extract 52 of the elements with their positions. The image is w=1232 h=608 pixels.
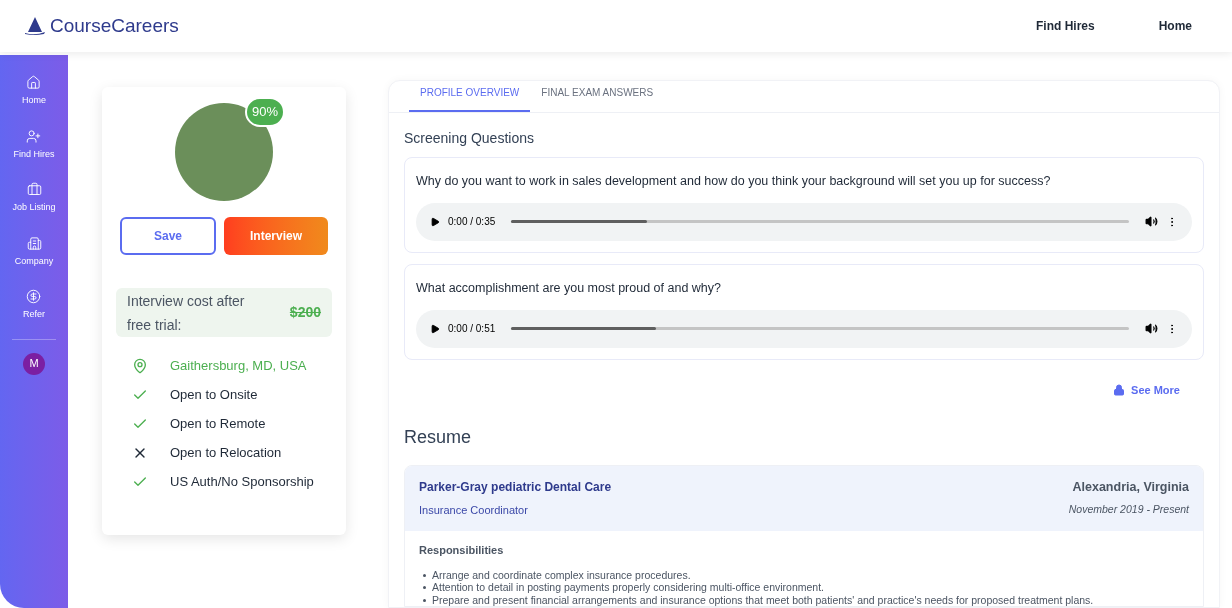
tab[interactable]: PROFILE OVERVIEW	[409, 85, 531, 112]
audio-player[interactable]: 0:00 / 0:51	[416, 309, 1192, 348]
match-badge: 90%	[244, 97, 285, 127]
nav-link[interactable]: Find Hires	[1035, 17, 1095, 35]
question-text: What accomplishment are you most proud of and why?	[416, 279, 722, 297]
save-button[interactable]: Save	[120, 217, 216, 255]
sailboat-logo-icon	[24, 17, 46, 35]
fact-text: US Auth/No Sponsorship	[170, 473, 314, 492]
play-icon[interactable]	[430, 216, 440, 227]
brand-name: CourseCareers	[50, 13, 179, 38]
people-plus-icon	[26, 128, 42, 144]
bullet-text: Prepare and present financial arrangements and insurance options that meet both patients' and practice's needs for proposed treatment plans.	[432, 593, 1094, 606]
sidebar-item[interactable]: Company	[14, 235, 54, 268]
audio-progress-track[interactable]	[511, 220, 1129, 224]
lock-icon	[1113, 383, 1126, 396]
sidebar-item[interactable]: Job Listing	[12, 182, 56, 215]
section-heading: Screening Questions	[404, 129, 535, 148]
audio-time: 0:00 / 0:51	[448, 322, 496, 336]
briefcase-icon	[26, 182, 42, 197]
dollar-circle-icon	[26, 289, 42, 304]
section-heading: Resume	[404, 426, 473, 449]
fact-text: Open to Onsite	[170, 386, 258, 405]
job-location: Alexandria, Virginia	[1072, 479, 1189, 496]
job-role: Insurance Coordinator	[419, 503, 529, 518]
question-text: Why do you want to work in sales development and how do you think your background will set you up for success?	[416, 173, 1052, 190]
fact-text: Gaithersburg, MD, USA	[170, 357, 307, 376]
audio-progress-track[interactable]	[511, 327, 1129, 330]
interview-button[interactable]: Interview	[224, 217, 328, 255]
fact-text: Open to Relocation	[170, 444, 282, 463]
audio-time: 0:00 / 0:35	[448, 215, 496, 230]
tab[interactable]: FINAL EXAM ANSWERS	[530, 85, 665, 112]
company-name: Parker-Gray pediatric Dental Care	[419, 479, 612, 496]
see-more-link[interactable]: See More	[1113, 381, 1180, 398]
bullet-text: Attention to detail in posting payments properly considering multi-office environment.	[432, 581, 825, 594]
map-pin-icon	[132, 358, 148, 374]
sidebar-item[interactable]: Refer	[23, 289, 45, 322]
responsibilities-heading: Responsibilities	[419, 543, 504, 556]
play-icon[interactable]	[430, 323, 440, 334]
sidebar-item[interactable]: Find Hires	[13, 128, 55, 161]
user-avatar[interactable]: M	[23, 352, 45, 375]
house-icon	[26, 75, 42, 90]
volume-icon[interactable]	[1145, 322, 1158, 335]
volume-icon[interactable]	[1145, 215, 1158, 229]
building-icon	[26, 235, 42, 251]
fact-text: Open to Remote	[170, 415, 266, 434]
sidebar-item[interactable]: Home	[22, 75, 46, 108]
cost-label: Interview cost after free trial:	[127, 291, 246, 335]
bullet-text: Arrange and coordinate complex insurance procedures.	[432, 568, 691, 581]
nav-link[interactable]: Home	[1158, 17, 1192, 35]
crossed-price: $200	[289, 303, 321, 322]
audio-player[interactable]: 0:00 / 0:35	[416, 202, 1192, 241]
job-dates: November 2019 - Present	[1068, 501, 1189, 517]
